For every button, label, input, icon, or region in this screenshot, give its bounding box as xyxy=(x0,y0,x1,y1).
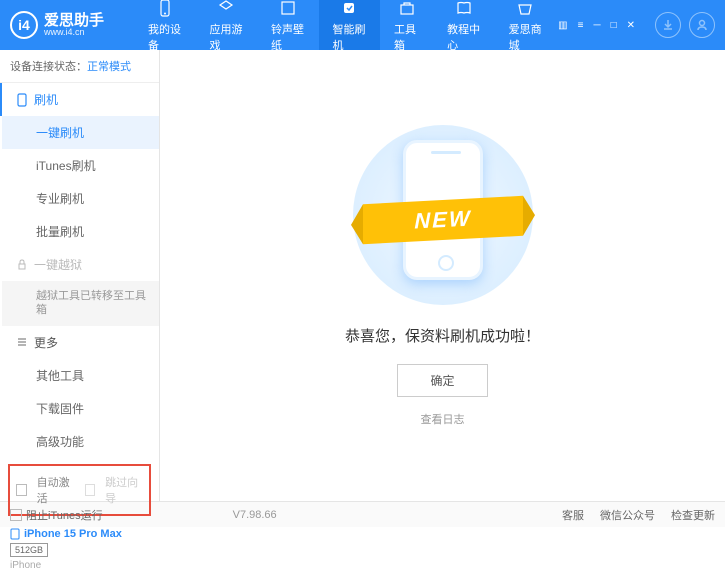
phone-icon xyxy=(16,93,28,107)
apps-icon xyxy=(216,0,236,18)
jailbreak-note: 越狱工具已转移至工具箱 xyxy=(2,281,159,326)
store-icon xyxy=(515,0,535,18)
book-icon xyxy=(454,0,474,18)
skin-icon[interactable]: ▥ xyxy=(556,18,569,33)
sidebar-item-batch[interactable]: 批量刷机 xyxy=(2,215,159,248)
skip-guide-checkbox[interactable] xyxy=(85,484,96,496)
app-title: 爱思助手 xyxy=(44,13,104,28)
lock-icon xyxy=(16,259,28,271)
version-label: V7.98.66 xyxy=(233,509,277,521)
block-itunes-checkbox[interactable] xyxy=(10,509,22,521)
view-log-link[interactable]: 查看日志 xyxy=(421,411,465,427)
device-name[interactable]: iPhone 15 Pro Max xyxy=(10,528,149,540)
main-content: NEW 恭喜您，保资料刷机成功啦！ 确定 查看日志 xyxy=(160,50,725,501)
app-subtitle: www.i4.cn xyxy=(44,28,104,37)
wallpaper-icon xyxy=(278,0,298,18)
flash-icon xyxy=(339,0,359,18)
maximize-icon[interactable]: □ xyxy=(609,18,619,33)
sidebar-item-firmware[interactable]: 下载固件 xyxy=(2,392,159,425)
download-button[interactable] xyxy=(655,12,681,38)
logo-icon: i4 xyxy=(10,11,38,39)
footer-support[interactable]: 客服 xyxy=(562,507,584,523)
auto-activate-checkbox[interactable] xyxy=(16,484,27,496)
more-icon xyxy=(16,336,28,348)
sidebar-item-oneclick[interactable]: 一键刷机 xyxy=(2,116,159,149)
block-itunes-label: 阻止iTunes运行 xyxy=(26,507,103,523)
sidebar-item-itunes[interactable]: iTunes刷机 xyxy=(2,149,159,182)
ok-button[interactable]: 确定 xyxy=(397,364,487,397)
success-message: 恭喜您，保资料刷机成功啦！ xyxy=(345,325,540,346)
device-info: iPhone 15 Pro Max 512GB iPhone xyxy=(0,522,159,577)
footer-wechat[interactable]: 微信公众号 xyxy=(600,507,655,523)
toolbox-icon xyxy=(397,0,417,18)
phone-icon xyxy=(10,528,20,540)
footer-update[interactable]: 检查更新 xyxy=(671,507,715,523)
sidebar-header-flash[interactable]: 刷机 xyxy=(0,83,159,116)
device-storage: 512GB xyxy=(10,543,48,557)
user-button[interactable] xyxy=(689,12,715,38)
device-type: iPhone xyxy=(10,560,149,571)
sidebar-header-more[interactable]: 更多 xyxy=(2,326,159,359)
close-icon[interactable]: ✕ xyxy=(625,18,637,33)
success-illustration: NEW xyxy=(353,125,533,305)
phone-icon xyxy=(155,0,175,18)
sidebar-item-advanced[interactable]: 高级功能 xyxy=(2,425,159,458)
titlebar: i4 爱思助手 www.i4.cn 我的设备 应用游戏 铃声壁纸 智能刷机 工具… xyxy=(0,0,725,50)
window-controls: ▥ ≡ ─ □ ✕ xyxy=(556,12,715,38)
sidebar-header-jailbreak: 一键越狱 xyxy=(2,248,159,281)
menu-icon[interactable]: ≡ xyxy=(576,18,586,33)
sidebar-item-pro[interactable]: 专业刷机 xyxy=(2,182,159,215)
connection-status: 设备连接状态：正常模式 xyxy=(0,50,159,83)
minimize-icon[interactable]: ─ xyxy=(591,18,602,33)
sidebar: 设备连接状态：正常模式 刷机 一键刷机 iTunes刷机 专业刷机 批量刷机 一… xyxy=(0,50,160,501)
app-logo: i4 爱思助手 www.i4.cn xyxy=(10,11,104,39)
sidebar-item-other[interactable]: 其他工具 xyxy=(2,359,159,392)
new-ribbon: NEW xyxy=(363,195,523,243)
